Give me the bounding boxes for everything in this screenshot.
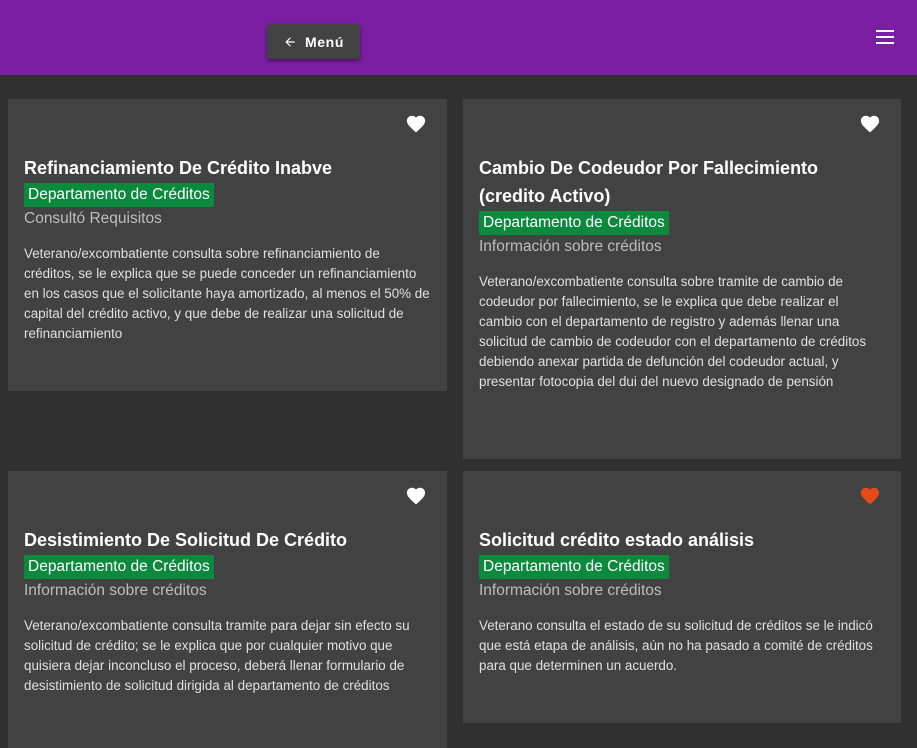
department-badge: Departamento de Créditos xyxy=(479,555,669,579)
card-title: Desistimiento De Solicitud De Crédito xyxy=(24,530,348,550)
card-title: Refinanciamiento De Crédito Inabve xyxy=(24,158,333,178)
menu-back-button[interactable]: Menú xyxy=(267,24,360,59)
arrow-left-icon xyxy=(285,36,295,47)
card-description: Veterano/excombatiente consulta tramite … xyxy=(24,618,410,693)
card-subtitle: Información sobre créditos xyxy=(24,582,207,599)
heart-icon[interactable] xyxy=(405,485,427,505)
heart-icon[interactable] xyxy=(859,485,881,505)
card-subtitle: Información sobre créditos xyxy=(479,582,662,599)
card-description: Veterano/excombatiente consulta sobre tr… xyxy=(479,274,867,389)
menu-label: Menú xyxy=(305,33,344,50)
card-subtitle: Información sobre créditos xyxy=(479,238,662,255)
article-card[interactable]: Solicitud crédito estado análisis Depart… xyxy=(463,471,901,723)
card-description: Veterano consulta el estado de su solici… xyxy=(479,618,873,673)
article-card[interactable]: Desistimiento De Solicitud De Crédito De… xyxy=(8,471,447,748)
article-card[interactable]: Cambio De Codeudor Por Fallecimiento (cr… xyxy=(463,99,901,459)
card-title: Cambio De Codeudor Por Fallecimiento (cr… xyxy=(479,158,819,206)
article-card[interactable]: Refinanciamiento De Crédito Inabve Depar… xyxy=(8,99,447,391)
app-header: Menú xyxy=(0,0,917,75)
card-title: Solicitud crédito estado análisis xyxy=(479,530,755,550)
department-badge: Departamento de Créditos xyxy=(479,211,669,235)
hamburger-menu-icon[interactable] xyxy=(876,30,894,46)
heart-icon[interactable] xyxy=(405,113,427,133)
department-badge: Departamento de Créditos xyxy=(24,183,214,207)
heart-icon[interactable] xyxy=(859,113,881,133)
card-description: Veterano/excombatiente consulta sobre re… xyxy=(24,246,430,341)
department-badge: Departamento de Créditos xyxy=(24,555,214,579)
card-subtitle: Consultó Requisitos xyxy=(24,210,162,227)
